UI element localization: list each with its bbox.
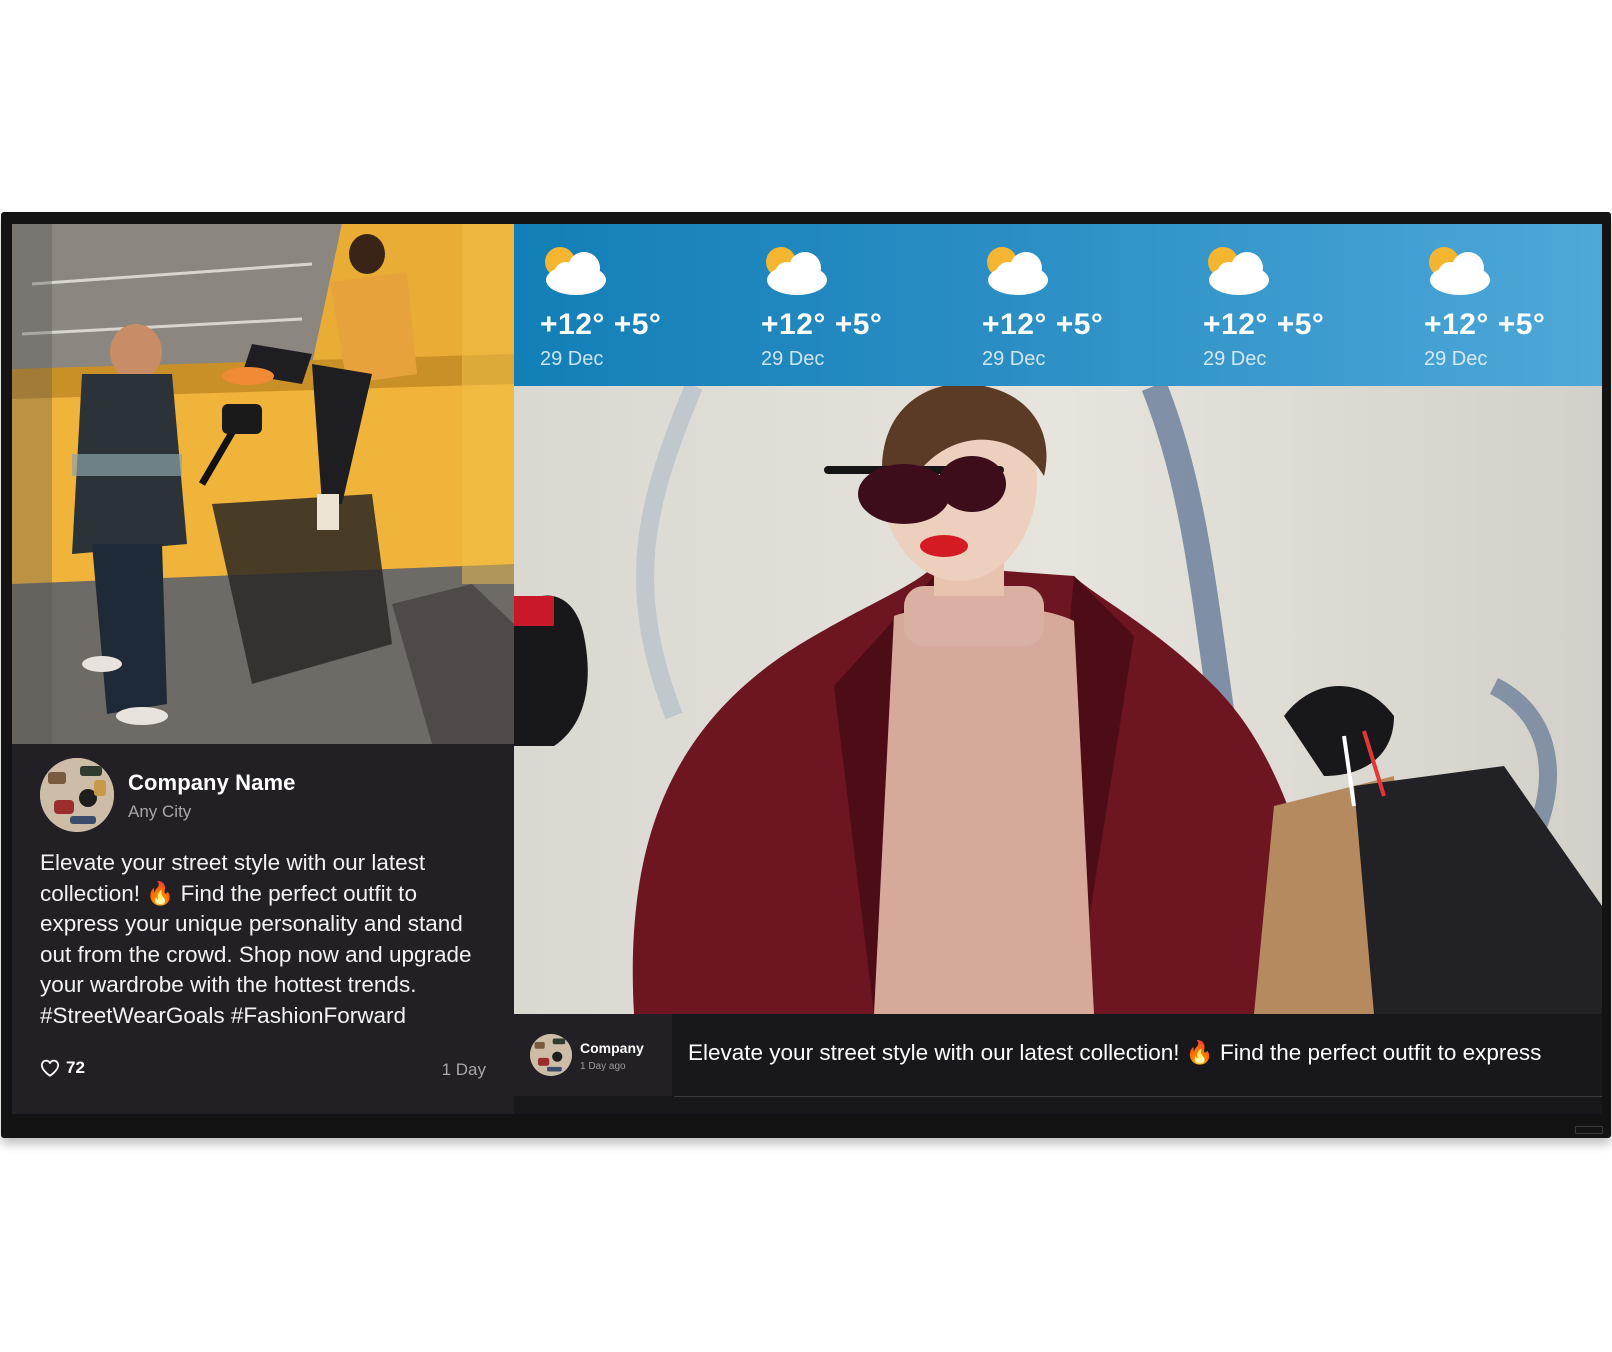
ticker-avatar bbox=[530, 1034, 572, 1076]
street-style-photo bbox=[12, 224, 514, 744]
partly-cloudy-icon bbox=[766, 247, 827, 295]
text-fade-overlay bbox=[40, 1026, 490, 1052]
weather-day: +12° +5° 29 Dec bbox=[735, 224, 935, 386]
post-age: 1 Day bbox=[441, 1060, 486, 1079]
post-text-container: Elevate your street style with our lates… bbox=[40, 848, 490, 1052]
weather-day: +12° +5° 29 Dec bbox=[956, 224, 1156, 386]
ticker-company-name: Company bbox=[580, 1040, 644, 1056]
signage-screen: Company Name Any City Elevate your stree… bbox=[12, 224, 1602, 1114]
like-count: 72 bbox=[66, 1058, 85, 1077]
partly-cloudy-icon bbox=[1208, 247, 1269, 295]
post-card: Company Name Any City Elevate your stree… bbox=[12, 744, 514, 1114]
ticker-divider bbox=[674, 1096, 1602, 1097]
weather-forecast: +12° +5° 29 Dec +12° +5° 29 Dec +12° +5°… bbox=[514, 224, 1602, 386]
weather-day: +12° +5° 29 Dec bbox=[1398, 224, 1598, 386]
post-text: Elevate your street style with our lates… bbox=[40, 850, 472, 1028]
weather-date: 29 Dec bbox=[982, 348, 1046, 370]
ticker-post-age: 1 Day ago bbox=[580, 1061, 626, 1072]
company-avatar bbox=[40, 758, 114, 832]
weather-temp: +12° +5° bbox=[540, 308, 662, 341]
weather-temp: +12° +5° bbox=[1424, 308, 1546, 341]
fashion-model-photo bbox=[514, 386, 1602, 1014]
weather-date: 29 Dec bbox=[761, 348, 825, 370]
ticker-company-badge: Company 1 Day ago bbox=[514, 1014, 672, 1096]
tv-indicator bbox=[1575, 1126, 1603, 1134]
partly-cloudy-icon bbox=[987, 247, 1048, 295]
weather-temp: +12° +5° bbox=[982, 308, 1104, 341]
weather-day: +12° +5° 29 Dec bbox=[514, 224, 714, 386]
company-name: Company Name bbox=[128, 770, 296, 795]
company-city: Any City bbox=[128, 802, 192, 821]
weather-date: 29 Dec bbox=[1424, 348, 1488, 370]
ticker-text: Elevate your street style with our lates… bbox=[688, 1040, 1542, 1065]
weather-date: 29 Dec bbox=[540, 348, 604, 370]
weather-temp: +12° +5° bbox=[1203, 308, 1325, 341]
social-post-panel: Company Name Any City Elevate your stree… bbox=[12, 224, 514, 1114]
news-ticker: Company 1 Day ago Elevate your street st… bbox=[514, 1014, 1602, 1114]
partly-cloudy-icon bbox=[545, 247, 606, 295]
weather-date: 29 Dec bbox=[1203, 348, 1267, 370]
weather-day: +12° +5° 29 Dec bbox=[1177, 224, 1377, 386]
heart-icon[interactable] bbox=[40, 1059, 60, 1077]
likes[interactable]: 72 bbox=[40, 1058, 85, 1078]
partly-cloudy-icon bbox=[1429, 247, 1490, 295]
weather-temp: +12° +5° bbox=[761, 308, 883, 341]
